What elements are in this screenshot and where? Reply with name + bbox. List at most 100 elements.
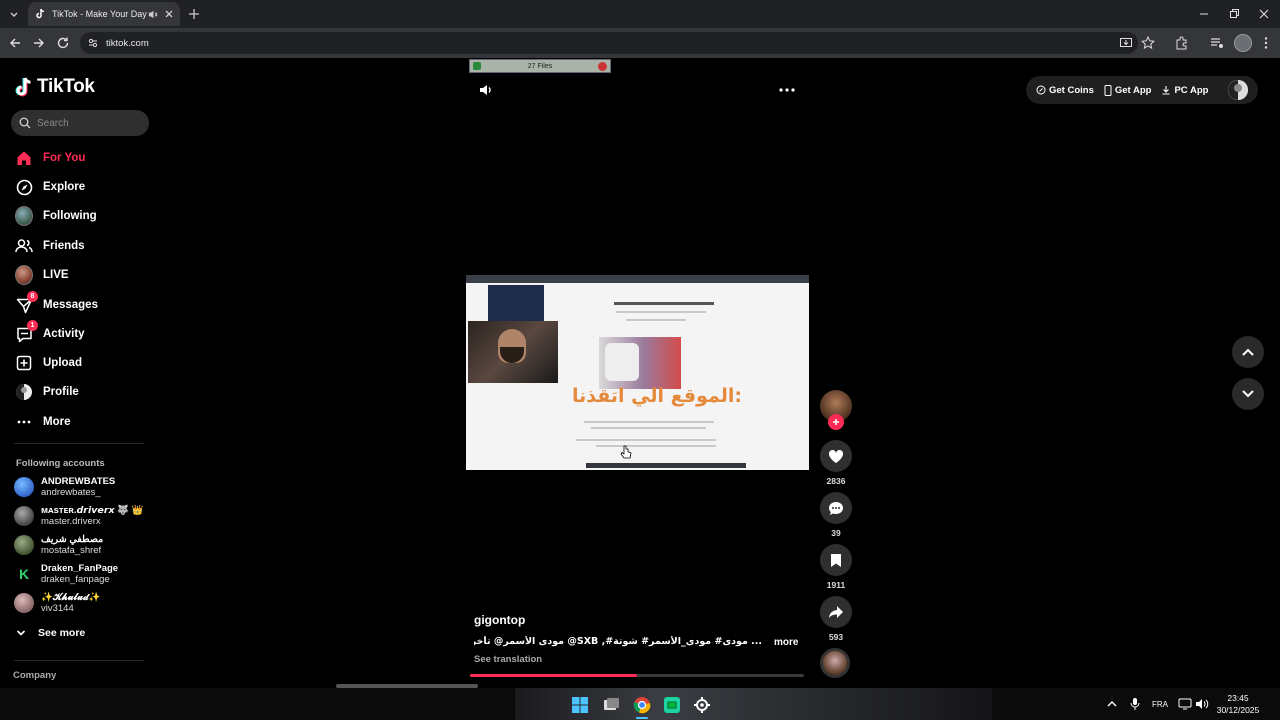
pc-app-button[interactable]: PC App	[1161, 85, 1208, 96]
video-frame-heading: الموقع الي اتقذنا:	[572, 385, 743, 407]
sidebar-item-messages[interactable]: 8 Messages	[15, 291, 98, 316]
sidebar-item-for-you[interactable]: For You	[15, 147, 85, 169]
sidebar-item-label: Activity	[43, 328, 85, 340]
tiktok-logo[interactable]: TikTok	[14, 76, 95, 98]
account-username: master.driverx	[41, 516, 101, 527]
heart-icon	[828, 449, 844, 463]
window-close-icon[interactable]	[1256, 6, 1272, 22]
search-input[interactable]: Search	[11, 110, 149, 136]
sidebar-item-explore[interactable]: Explore	[15, 176, 85, 198]
sidebar-item-label: LIVE	[43, 269, 69, 281]
forward-icon[interactable]	[31, 35, 47, 51]
install-app-icon[interactable]	[1118, 35, 1134, 51]
chrome-icon[interactable]	[633, 696, 651, 714]
get-coins-button[interactable]: Get Coins	[1036, 85, 1094, 96]
like-button[interactable]	[820, 440, 852, 472]
comment-button[interactable]	[820, 492, 852, 524]
browser-tab[interactable]: TikTok - Make Your Day	[28, 2, 180, 26]
messages-badge: 8	[27, 291, 38, 302]
sidebar-item-profile[interactable]: Profile	[15, 381, 79, 403]
video-player[interactable]: الموقع الي اتقذنا:	[466, 275, 809, 470]
account-item[interactable]: ✨𝓚𝓱𝓾𝓵𝓾𝓭✨ viv3144	[14, 590, 100, 616]
media-controls-icon[interactable]	[1209, 35, 1225, 51]
browser-menu-icon[interactable]	[1258, 35, 1274, 51]
extensions-icon[interactable]	[1174, 35, 1190, 51]
see-more-button[interactable]: See more	[16, 627, 85, 639]
avatar	[14, 535, 34, 555]
tab-search-icon[interactable]	[6, 6, 22, 22]
volume-icon[interactable]	[478, 82, 494, 98]
get-app-button[interactable]: Get App	[1104, 84, 1151, 96]
pc-app-label: PC App	[1174, 84, 1209, 96]
keyboard-language[interactable]: FRA	[1152, 700, 1168, 709]
minimize-icon[interactable]	[1196, 6, 1212, 22]
browser-profile-avatar[interactable]	[1234, 34, 1252, 52]
account-username: mostafa_shref	[41, 545, 102, 556]
save-button[interactable]	[820, 544, 852, 576]
sidebar-item-label: More	[43, 416, 71, 428]
account-username: andrewbates_	[41, 487, 101, 498]
video-options-icon[interactable]	[778, 82, 796, 98]
speaker-icon[interactable]	[1195, 697, 1209, 711]
video-frame-taskbar	[586, 463, 746, 468]
address-bar[interactable]: tiktok.com	[80, 32, 1138, 54]
video-frame-thumbnail	[599, 337, 681, 389]
divider	[14, 660, 144, 661]
tab-close-icon[interactable]	[164, 9, 174, 19]
following-avatar	[15, 206, 33, 226]
next-video-button[interactable]	[1232, 378, 1264, 410]
video-frame-line	[596, 445, 716, 447]
windows-start-icon[interactable]	[571, 696, 589, 714]
sidebar-item-label: Messages	[43, 299, 98, 311]
system-clock[interactable]: 23:45 30/12/2025	[1214, 692, 1262, 716]
bookmark-icon	[831, 553, 841, 567]
account-item[interactable]: مصطفي شريف mostafa_shref	[14, 532, 103, 558]
live-avatar	[15, 265, 33, 285]
search-icon	[19, 117, 31, 129]
video-progress-bar[interactable]	[470, 674, 804, 677]
account-item[interactable]: K Draken_FanPage draken_fanpage	[14, 561, 118, 587]
share-button[interactable]	[820, 596, 852, 628]
site-info-icon[interactable]	[88, 38, 98, 48]
app-icon[interactable]	[663, 696, 681, 714]
back-icon[interactable]	[7, 35, 23, 51]
chevron-up-icon	[1242, 348, 1254, 356]
divider	[14, 443, 144, 444]
company-link[interactable]: Company	[13, 670, 56, 681]
microphone-icon[interactable]	[1128, 697, 1142, 711]
music-disc[interactable]	[820, 648, 850, 678]
coin-icon	[1036, 85, 1046, 95]
sidebar-item-activity[interactable]: 1 Activity	[15, 320, 85, 345]
sidebar-item-following[interactable]: Following	[15, 205, 97, 227]
clock-date: 30/12/2025	[1216, 705, 1260, 715]
bookmark-star-icon[interactable]	[1140, 35, 1156, 51]
reload-icon[interactable]	[55, 35, 71, 51]
see-translation-link[interactable]: See translation	[474, 654, 542, 665]
like-count: 2836	[826, 476, 846, 486]
tab-audio-icon[interactable]	[147, 9, 158, 20]
restore-icon[interactable]	[1226, 6, 1242, 22]
sidebar-item-live[interactable]: LIVE	[15, 264, 69, 286]
network-icon[interactable]	[1178, 697, 1192, 711]
sidebar-item-upload[interactable]: Upload	[15, 352, 82, 374]
account-item[interactable]: ANDREWBATES andrewbates_	[14, 474, 115, 500]
sidebar-item-more[interactable]: More	[15, 411, 70, 433]
draken-avatar-icon: K	[14, 564, 34, 584]
sidebar-item-friends[interactable]: Friends	[15, 235, 85, 257]
account-item[interactable]: ᴍᴀsᴛᴇʀ.𝙙𝙧𝙞𝙫𝙚𝙧𝙭 🐺 👑 master.driverx	[14, 503, 144, 529]
files-overlay[interactable]: 27 Files	[469, 59, 611, 73]
video-author[interactable]: gigontop	[474, 613, 525, 627]
new-tab-icon[interactable]	[186, 6, 202, 22]
plus-icon	[833, 419, 839, 425]
settings-icon[interactable]	[693, 696, 711, 714]
caption-more-button[interactable]: more	[774, 637, 798, 648]
overlay-close-icon[interactable]	[598, 62, 607, 71]
task-view-icon[interactable]	[602, 696, 620, 714]
tiktok-logo-icon	[15, 77, 31, 97]
sidebar-item-label: Explore	[43, 181, 86, 193]
previous-video-button[interactable]	[1232, 336, 1264, 368]
user-avatar[interactable]	[1228, 80, 1248, 100]
activity-badge: 1	[27, 320, 38, 331]
follow-button[interactable]	[828, 414, 844, 430]
tray-chevron-up-icon[interactable]	[1105, 697, 1119, 711]
